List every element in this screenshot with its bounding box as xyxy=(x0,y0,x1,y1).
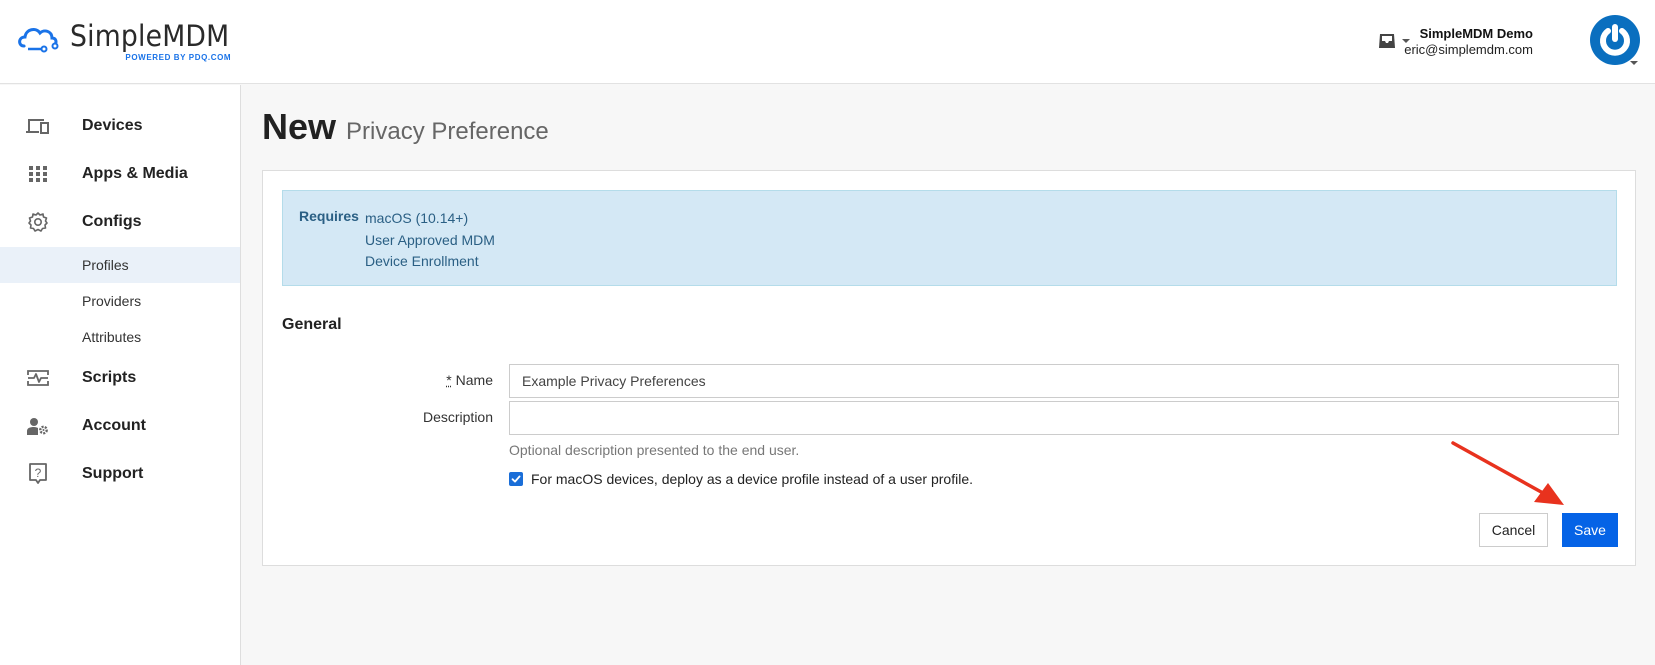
user-email: eric@simplemdm.com xyxy=(1404,42,1533,57)
device-profile-option: For macOS devices, deploy as a device pr… xyxy=(509,471,973,487)
sidebar-item-label: Account xyxy=(82,417,146,434)
requirement-item: User Approved MDM xyxy=(365,231,495,248)
description-help-text: Optional description presented to the en… xyxy=(509,442,800,458)
script-pulse-icon xyxy=(25,367,51,389)
name-input[interactable] xyxy=(509,364,1619,398)
user-info: SimpleMDM Demo eric@simplemdm.com xyxy=(1404,26,1533,58)
requirements-list: macOS (10.14+) User Approved MDM Device … xyxy=(365,208,495,273)
user-gear-icon xyxy=(25,415,51,437)
sidebar-item-label: Profiles xyxy=(82,257,129,273)
avatar-chevron-down-icon[interactable] xyxy=(1630,61,1638,65)
sidebar-item-support[interactable]: ? Support xyxy=(0,450,240,498)
name-label-text: Name xyxy=(455,372,493,388)
device-profile-checkbox[interactable] xyxy=(509,472,523,486)
logo-subtitle: POWERED BY PDQ.COM xyxy=(125,53,232,62)
logo-title: SimpleMDM xyxy=(70,19,230,53)
description-input[interactable] xyxy=(509,401,1619,435)
sidebar-item-label: Support xyxy=(82,465,144,482)
name-field-label: * Name xyxy=(293,372,493,388)
sidebar-item-profiles[interactable]: Profiles xyxy=(0,247,240,283)
description-field-label: Description xyxy=(422,409,493,425)
cloud-network-icon xyxy=(18,28,59,53)
gear-icon xyxy=(25,211,51,233)
sidebar-item-label: Devices xyxy=(82,117,143,134)
sidebar-item-label: Apps & Media xyxy=(82,165,188,182)
requirement-item: Device Enrollment xyxy=(365,253,479,269)
sidebar-item-scripts[interactable]: Scripts xyxy=(0,354,240,402)
sidebar-item-configs[interactable]: Configs xyxy=(0,198,240,246)
inbox-icon xyxy=(1379,34,1395,48)
svg-text:?: ? xyxy=(35,466,42,480)
help-bubble-icon: ? xyxy=(25,463,51,485)
avatar[interactable] xyxy=(1590,15,1640,65)
sidebar-item-providers[interactable]: Providers xyxy=(0,283,240,319)
save-button[interactable]: Save xyxy=(1562,513,1618,547)
sidebar-item-label: Scripts xyxy=(82,369,137,386)
sidebar-item-devices[interactable]: Devices xyxy=(0,102,240,150)
sidebar: Devices Apps & Media Configs Profiles Pr… xyxy=(0,85,241,665)
cancel-button[interactable]: Cancel xyxy=(1479,513,1548,547)
page-title: New Privacy Preference xyxy=(262,106,549,148)
requirements-notice: Requires macOS (10.14+) User Approved MD… xyxy=(282,190,1617,286)
user-name: SimpleMDM Demo xyxy=(1419,26,1533,41)
power-avatar-icon xyxy=(1600,24,1630,56)
form-card: Requires macOS (10.14+) User Approved MD… xyxy=(262,170,1636,566)
checkmark-icon xyxy=(511,475,521,483)
sidebar-item-attributes[interactable]: Attributes xyxy=(0,319,240,355)
requires-label: Requires xyxy=(299,208,359,224)
sidebar-item-label: Configs xyxy=(82,213,142,230)
top-bar: SimpleMDM POWERED BY PDQ.COM SimpleMDM D… xyxy=(0,0,1655,84)
page-title-main: New xyxy=(262,106,337,147)
device-profile-checkbox-label[interactable]: For macOS devices, deploy as a device pr… xyxy=(531,471,973,487)
devices-icon xyxy=(25,115,51,137)
requirement-item: macOS (10.14+) xyxy=(365,210,469,226)
required-marker: * xyxy=(446,372,452,388)
page-title-subtitle: Privacy Preference xyxy=(346,118,549,145)
section-title-general: General xyxy=(282,316,342,333)
sidebar-item-account[interactable]: Account xyxy=(0,402,240,450)
sidebar-item-label: Providers xyxy=(82,293,142,309)
sidebar-item-apps-media[interactable]: Apps & Media xyxy=(0,150,240,198)
grid-icon xyxy=(25,163,51,185)
logo[interactable]: SimpleMDM POWERED BY PDQ.COM xyxy=(16,20,243,62)
sidebar-item-label: Attributes xyxy=(82,329,142,345)
